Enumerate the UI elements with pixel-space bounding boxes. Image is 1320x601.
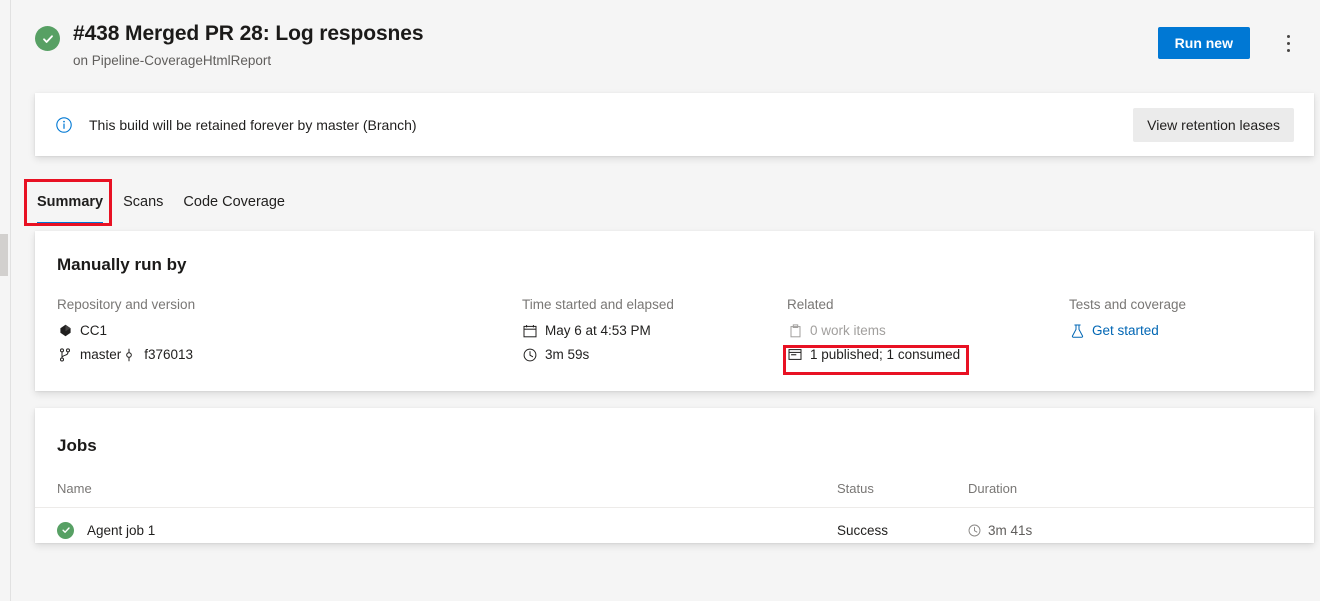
work-items-row[interactable]: 0 work items: [787, 323, 1069, 338]
repository-row[interactable]: CC1: [57, 323, 522, 338]
artifact-icon: [787, 348, 803, 361]
pipeline-run-page: #438 Merged PR 28: Log resposnes on Pipe…: [0, 0, 1320, 601]
more-vertical-icon[interactable]: [1272, 27, 1304, 59]
summary-card: Manually run by Repository and version C…: [35, 231, 1314, 391]
clock-icon: [968, 524, 981, 537]
summary-column-time: Time started and elapsed May 6 at 4:53 P…: [522, 297, 787, 371]
page-title: #438 Merged PR 28: Log resposnes: [73, 20, 423, 48]
page-header: #438 Merged PR 28: Log resposnes on Pipe…: [11, 0, 1320, 88]
summary-columns: Repository and version CC1: [57, 297, 1294, 371]
view-retention-leases-button[interactable]: View retention leases: [1133, 108, 1294, 142]
success-check-icon: [57, 522, 74, 539]
commit-sha: f376013: [144, 347, 193, 362]
tab-code-coverage[interactable]: Code Coverage: [173, 193, 295, 224]
tab-summary[interactable]: Summary: [27, 193, 113, 224]
header-actions: Run new: [1158, 27, 1304, 59]
repository-column-label: Repository and version: [57, 297, 522, 312]
job-duration: 3m 41s: [988, 523, 1032, 538]
job-name-cell: Agent job 1: [57, 522, 837, 539]
tests-get-started-row[interactable]: Get started: [1069, 323, 1269, 338]
job-duration-cell: 3m 41s: [968, 523, 1168, 538]
branch-group[interactable]: master: [57, 347, 121, 362]
retention-banner-text: This build will be retained forever by m…: [89, 117, 1133, 133]
jobs-heading: Jobs: [57, 436, 97, 456]
run-header-info: #438 Merged PR 28: Log resposnes on Pipe…: [35, 20, 423, 71]
pipeline-name-subtitle: on Pipeline-CoverageHtmlReport: [73, 51, 423, 71]
artifacts-value: 1 published; 1 consumed: [810, 347, 960, 362]
commit-icon: [121, 348, 137, 362]
elapsed-time-value: 3m 59s: [545, 347, 589, 362]
info-circle-icon: [55, 116, 73, 134]
job-name[interactable]: Agent job 1: [87, 523, 155, 538]
column-header-status: Status: [837, 481, 968, 496]
branch-and-commit-row: master f376013: [57, 347, 522, 362]
summary-column-repository: Repository and version CC1: [57, 297, 522, 371]
vertical-scrollbar-thumb[interactable]: [0, 234, 8, 276]
branch-icon: [57, 348, 73, 362]
jobs-table: Name Status Duration Agent job 1 Success: [35, 470, 1314, 552]
work-items-value: 0 work items: [810, 323, 886, 338]
column-header-duration: Duration: [968, 481, 1168, 496]
tab-scans[interactable]: Scans: [113, 193, 173, 224]
jobs-table-header: Name Status Duration: [35, 470, 1314, 508]
header-titles: #438 Merged PR 28: Log resposnes on Pipe…: [73, 20, 423, 71]
summary-column-related: Related 0 work items: [787, 297, 1069, 371]
azure-repos-icon: [57, 324, 73, 337]
column-header-name: Name: [57, 481, 837, 496]
table-row[interactable]: Agent job 1 Success 3m 41s: [35, 508, 1314, 552]
summary-column-tests: Tests and coverage Get started: [1069, 297, 1269, 371]
summary-heading: Manually run by: [57, 255, 186, 275]
beaker-icon: [1069, 324, 1085, 338]
left-rail: [0, 0, 11, 601]
start-time-value: May 6 at 4:53 PM: [545, 323, 651, 338]
elapsed-time-row: 3m 59s: [522, 347, 787, 362]
tests-get-started-link[interactable]: Get started: [1092, 323, 1159, 338]
work-item-icon: [787, 324, 803, 338]
tests-column-label: Tests and coverage: [1069, 297, 1269, 312]
related-column-label: Related: [787, 297, 1069, 312]
kebab-dot-3: [1287, 49, 1290, 52]
run-new-button[interactable]: Run new: [1158, 27, 1250, 59]
calendar-icon: [522, 324, 538, 338]
retention-banner: This build will be retained forever by m…: [35, 93, 1314, 156]
job-status: Success: [837, 523, 968, 538]
artifacts-row[interactable]: 1 published; 1 consumed: [787, 347, 1069, 362]
kebab-dot-2: [1287, 42, 1290, 45]
commit-group[interactable]: f376013: [121, 347, 193, 362]
start-time-row: May 6 at 4:53 PM: [522, 323, 787, 338]
tab-bar: Summary Scans Code Coverage: [27, 180, 295, 224]
jobs-card: Jobs Name Status Duration Agent job 1 Su…: [35, 408, 1314, 543]
time-column-label: Time started and elapsed: [522, 297, 787, 312]
kebab-dot-1: [1287, 35, 1290, 38]
branch-name: master: [80, 347, 121, 362]
repository-name: CC1: [80, 323, 107, 338]
clock-icon: [522, 348, 538, 362]
success-check-icon: [35, 26, 60, 51]
